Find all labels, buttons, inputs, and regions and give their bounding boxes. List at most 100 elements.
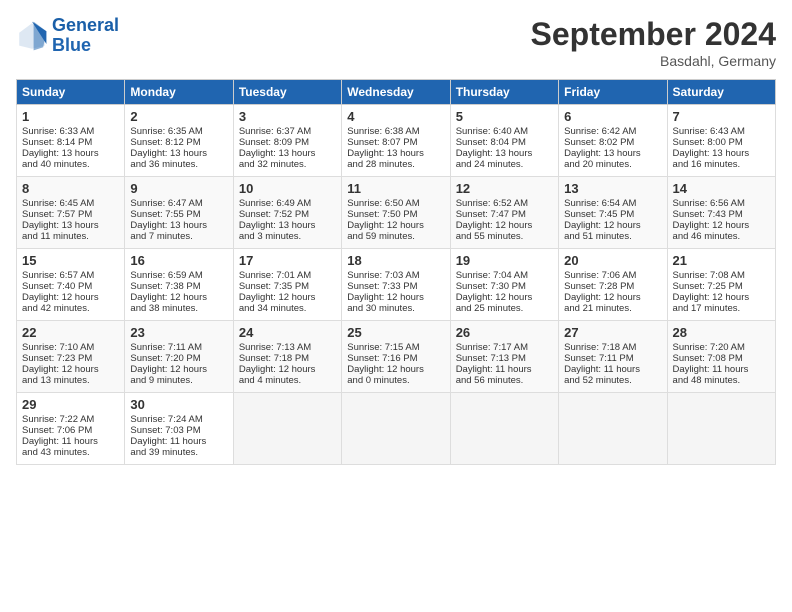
day-info-line: and 24 minutes. — [456, 159, 553, 170]
calendar-cell: 16Sunrise: 6:59 AMSunset: 7:38 PMDayligh… — [125, 249, 233, 321]
day-info-line: Sunrise: 6:52 AM — [456, 198, 553, 209]
day-info-line: Sunset: 7:11 PM — [564, 353, 661, 364]
day-number: 25 — [347, 325, 444, 340]
day-info-line: Sunrise: 6:57 AM — [22, 270, 119, 281]
day-info-line: and 16 minutes. — [673, 159, 770, 170]
day-info-line: Sunrise: 6:49 AM — [239, 198, 336, 209]
calendar-cell: 18Sunrise: 7:03 AMSunset: 7:33 PMDayligh… — [342, 249, 450, 321]
day-info-line: Sunset: 7:47 PM — [456, 209, 553, 220]
day-info-line: Sunset: 7:45 PM — [564, 209, 661, 220]
day-info-line: Daylight: 11 hours — [564, 364, 661, 375]
week-row-2: 8Sunrise: 6:45 AMSunset: 7:57 PMDaylight… — [17, 177, 776, 249]
day-info-line: and 32 minutes. — [239, 159, 336, 170]
day-info-line: Sunrise: 7:04 AM — [456, 270, 553, 281]
day-number: 22 — [22, 325, 119, 340]
day-info-line: Sunset: 7:35 PM — [239, 281, 336, 292]
day-number: 20 — [564, 253, 661, 268]
day-info-line: Sunset: 8:00 PM — [673, 137, 770, 148]
day-number: 18 — [347, 253, 444, 268]
day-info-line: Sunrise: 6:50 AM — [347, 198, 444, 209]
day-info-line: Sunset: 7:50 PM — [347, 209, 444, 220]
day-info-line: Sunrise: 6:40 AM — [456, 126, 553, 137]
day-info-line: Sunrise: 7:22 AM — [22, 414, 119, 425]
calendar-cell: 27Sunrise: 7:18 AMSunset: 7:11 PMDayligh… — [559, 321, 667, 393]
day-info-line: and 51 minutes. — [564, 231, 661, 242]
logo: General Blue — [16, 16, 119, 56]
day-number: 2 — [130, 109, 227, 124]
day-info-line: Daylight: 12 hours — [22, 292, 119, 303]
day-info-line: Sunset: 7:06 PM — [22, 425, 119, 436]
calendar-cell: 25Sunrise: 7:15 AMSunset: 7:16 PMDayligh… — [342, 321, 450, 393]
day-info-line: Sunrise: 6:45 AM — [22, 198, 119, 209]
day-info-line: Sunrise: 6:42 AM — [564, 126, 661, 137]
page: General Blue September 2024 Basdahl, Ger… — [0, 0, 792, 612]
day-info-line: Sunset: 7:57 PM — [22, 209, 119, 220]
day-info-line: Sunrise: 7:13 AM — [239, 342, 336, 353]
calendar-cell: 17Sunrise: 7:01 AMSunset: 7:35 PMDayligh… — [233, 249, 341, 321]
day-info-line: and 13 minutes. — [22, 375, 119, 386]
day-info-line: Sunrise: 7:17 AM — [456, 342, 553, 353]
day-info-line: Daylight: 12 hours — [239, 364, 336, 375]
day-info-line: Sunrise: 7:01 AM — [239, 270, 336, 281]
day-info-line: Sunrise: 7:08 AM — [673, 270, 770, 281]
day-info-line: Sunset: 7:23 PM — [22, 353, 119, 364]
day-info-line: Daylight: 12 hours — [22, 364, 119, 375]
day-info-line: Sunset: 7:08 PM — [673, 353, 770, 364]
day-number: 8 — [22, 181, 119, 196]
day-info-line: Sunset: 7:25 PM — [673, 281, 770, 292]
calendar-cell — [342, 393, 450, 465]
day-info-line: Sunset: 8:09 PM — [239, 137, 336, 148]
calendar-cell: 7Sunrise: 6:43 AMSunset: 8:00 PMDaylight… — [667, 105, 775, 177]
day-number: 5 — [456, 109, 553, 124]
day-number: 13 — [564, 181, 661, 196]
day-info-line: Daylight: 11 hours — [22, 436, 119, 447]
calendar-cell: 20Sunrise: 7:06 AMSunset: 7:28 PMDayligh… — [559, 249, 667, 321]
calendar-cell: 8 Sunrise: 6:45 AMSunset: 7:57 PMDaylight… — [17, 177, 125, 249]
calendar-cell: 11Sunrise: 6:50 AMSunset: 7:50 PMDayligh… — [342, 177, 450, 249]
calendar-cell: 26Sunrise: 7:17 AMSunset: 7:13 PMDayligh… — [450, 321, 558, 393]
day-number: 9 — [130, 181, 227, 196]
day-info-line: Sunset: 8:04 PM — [456, 137, 553, 148]
day-info-line: Sunrise: 6:54 AM — [564, 198, 661, 209]
day-info-line: Sunrise: 7:20 AM — [673, 342, 770, 353]
day-info-line: Daylight: 12 hours — [347, 292, 444, 303]
day-info-line: Daylight: 13 hours — [22, 148, 119, 159]
calendar-cell: 14Sunrise: 6:56 AMSunset: 7:43 PMDayligh… — [667, 177, 775, 249]
calendar-cell: 15Sunrise: 6:57 AMSunset: 7:40 PMDayligh… — [17, 249, 125, 321]
day-info-line: Sunrise: 7:06 AM — [564, 270, 661, 281]
calendar-cell: 29Sunrise: 7:22 AMSunset: 7:06 PMDayligh… — [17, 393, 125, 465]
day-info-line: Daylight: 12 hours — [347, 364, 444, 375]
day-info-line: Daylight: 12 hours — [564, 220, 661, 231]
day-info-line: and 59 minutes. — [347, 231, 444, 242]
col-thursday: Thursday — [450, 80, 558, 105]
calendar-cell: 5 Sunrise: 6:40 AMSunset: 8:04 PMDaylight… — [450, 105, 558, 177]
day-info-line: and 34 minutes. — [239, 303, 336, 314]
col-monday: Monday — [125, 80, 233, 105]
calendar-cell — [559, 393, 667, 465]
calendar-cell — [450, 393, 558, 465]
day-info-line: Sunset: 8:14 PM — [22, 137, 119, 148]
day-number: 1 — [22, 109, 119, 124]
day-info-line: Daylight: 13 hours — [130, 148, 227, 159]
day-info-line: and 4 minutes. — [239, 375, 336, 386]
day-info-line: and 55 minutes. — [456, 231, 553, 242]
day-info-line: Daylight: 13 hours — [22, 220, 119, 231]
day-info-line: Sunrise: 7:24 AM — [130, 414, 227, 425]
day-number: 15 — [22, 253, 119, 268]
day-number: 26 — [456, 325, 553, 340]
calendar-cell: 13 Sunrise: 6:54 AMSunset: 7:45 PMDayligh… — [559, 177, 667, 249]
calendar-cell: 12Sunrise: 6:52 AMSunset: 7:47 PMDayligh… — [450, 177, 558, 249]
day-info-line: and 11 minutes. — [22, 231, 119, 242]
day-info-line: Daylight: 11 hours — [130, 436, 227, 447]
col-friday: Friday — [559, 80, 667, 105]
day-info-line: Sunset: 7:20 PM — [130, 353, 227, 364]
day-info-line: and 0 minutes. — [347, 375, 444, 386]
day-info-line: Sunset: 7:55 PM — [130, 209, 227, 220]
day-info-line: Sunrise: 6:38 AM — [347, 126, 444, 137]
day-info-line: and 9 minutes. — [130, 375, 227, 386]
calendar-cell: 9Sunrise: 6:47 AMSunset: 7:55 PMDaylight… — [125, 177, 233, 249]
day-info-line: Daylight: 12 hours — [673, 292, 770, 303]
calendar-cell — [233, 393, 341, 465]
day-info-line: Daylight: 13 hours — [456, 148, 553, 159]
day-info-line: and 46 minutes. — [673, 231, 770, 242]
